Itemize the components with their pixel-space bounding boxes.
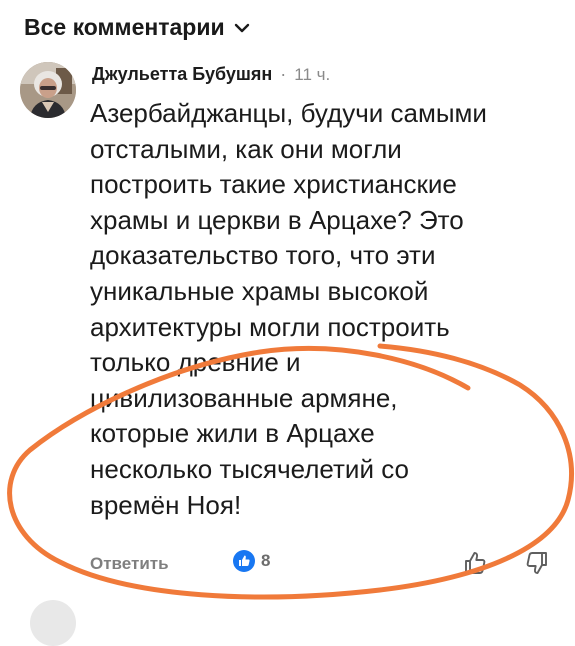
comment-line: доказательство того, что эти <box>90 240 436 271</box>
comment-line: храмы и церкви в Арцахе? Это <box>90 204 464 235</box>
reply-button[interactable]: Ответить <box>90 554 169 574</box>
next-comment-avatar <box>30 600 76 646</box>
comment-line: цивилизованные армяне, <box>90 382 398 413</box>
avatar[interactable] <box>20 62 76 118</box>
comments-filter-label: Все комментарии <box>24 14 225 40</box>
comment-line: отсталыми, как они могли <box>90 133 402 164</box>
comment-timestamp[interactable]: 11 ч. <box>294 65 330 85</box>
comment-line: Азербайджанцы, будучи самыми <box>90 98 487 128</box>
comment-line: архитектуры могли построить <box>90 311 450 342</box>
comment-line: несколько тысячелетий со <box>90 453 409 484</box>
comments-filter[interactable]: Все комментарии <box>24 14 251 41</box>
comment-actions: Ответить 8 <box>90 550 560 580</box>
comment-text: Азербайджанцы, будучи самыми отсталыми, … <box>90 96 560 523</box>
comment-line: времён Ноя! <box>90 489 242 520</box>
comment-line: построить такие христианские <box>90 169 457 200</box>
chevron-down-icon <box>233 19 251 37</box>
meta-separator: · <box>280 64 287 84</box>
comment-line: уникальные храмы высокой <box>90 275 429 306</box>
comment-meta: Джульетта Бубушян · 11 ч. <box>92 64 330 85</box>
thumbs-down-icon[interactable] <box>524 550 550 581</box>
author-name[interactable]: Джульетта Бубушян <box>92 64 272 85</box>
reaction-count: 8 <box>261 551 271 570</box>
like-icon <box>233 550 255 572</box>
thumbs-up-icon[interactable] <box>462 550 488 581</box>
comment-line: только древние и <box>90 347 301 378</box>
reaction-summary[interactable]: 8 <box>233 550 270 572</box>
comment-line: которые жили в Арцахе <box>90 418 375 449</box>
